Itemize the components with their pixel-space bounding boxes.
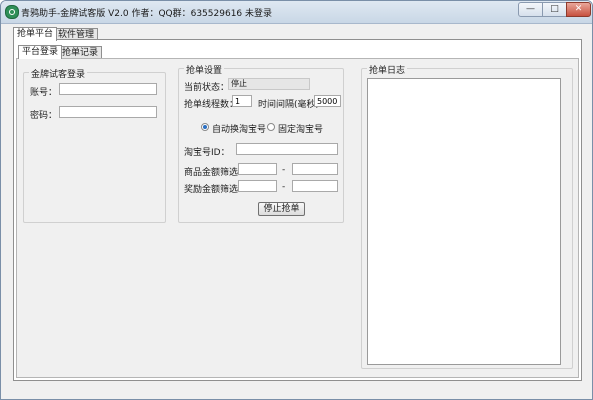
radio-fixed-account[interactable] <box>267 123 275 131</box>
stop-grab-button[interactable]: 停止抢单 <box>258 202 305 216</box>
window-title: 青鸦助手-金牌试客版 V2.0 作者：QQ群：635529616 未登录 <box>21 9 273 19</box>
taobao-id-input[interactable] <box>236 143 338 155</box>
maximize-button[interactable]: □ <box>542 2 567 17</box>
app-icon <box>5 5 19 19</box>
radio-auto-switch-label[interactable]: 自动换淘宝号 <box>212 122 266 135</box>
reward-min-input[interactable] <box>238 180 277 192</box>
tab-platform-login[interactable]: 平台登录 <box>18 45 63 59</box>
taobao-id-label: 淘宝号ID： <box>184 148 230 158</box>
settings-group-title: 抢单设置 <box>184 63 225 76</box>
status-label: 当前状态： <box>184 83 230 93</box>
reward-max-input[interactable] <box>292 180 338 192</box>
radio-auto-switch[interactable] <box>201 123 209 131</box>
log-group-title: 抢单日志 <box>367 63 408 76</box>
grab-log-textarea[interactable] <box>367 78 561 365</box>
goods-max-input[interactable] <box>292 163 338 175</box>
password-label: 密码： <box>30 111 58 121</box>
app-window: 青鸦助手-金牌试客版 V2.0 作者：QQ群：635529616 未登录 — □… <box>0 0 593 400</box>
interval-input[interactable] <box>314 95 341 107</box>
account-input[interactable] <box>59 83 157 95</box>
tab-grab-platform[interactable]: 抢单平台 <box>13 27 58 41</box>
close-button[interactable]: ✕ <box>566 2 591 17</box>
radio-fixed-account-label[interactable]: 固定淘宝号 <box>278 122 323 135</box>
login-group-title: 金牌试客登录 <box>29 67 88 80</box>
goods-range-sep: - <box>282 165 286 175</box>
goods-min-input[interactable] <box>238 163 277 175</box>
account-label: 账号： <box>30 88 58 98</box>
password-input[interactable] <box>59 106 157 118</box>
minimize-button[interactable]: — <box>518 2 543 17</box>
title-bar[interactable]: 青鸦助手-金牌试客版 V2.0 作者：QQ群：635529616 未登录 — □… <box>1 1 592 24</box>
threads-label: 抢单线程数： <box>184 100 239 110</box>
threads-input[interactable] <box>232 95 252 107</box>
status-value: 停止 <box>228 78 310 90</box>
reward-range-sep: - <box>282 182 286 192</box>
